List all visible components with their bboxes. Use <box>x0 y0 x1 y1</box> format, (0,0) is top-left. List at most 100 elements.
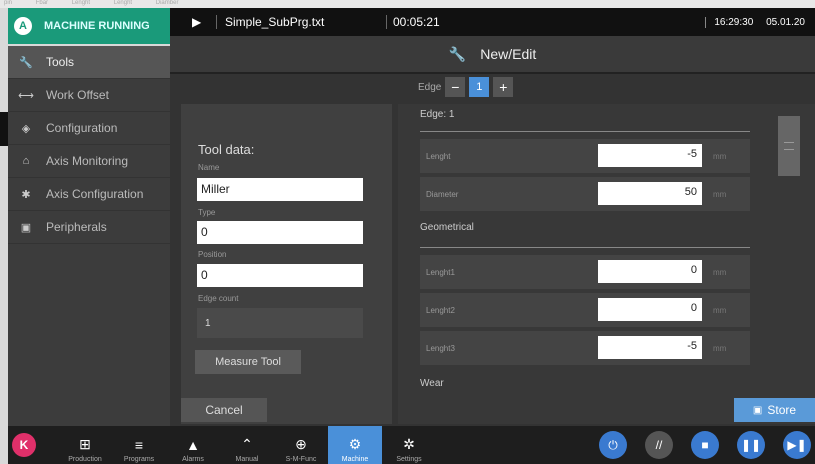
position-field[interactable]: 0 <box>197 264 363 287</box>
row-unit: mm <box>713 306 727 315</box>
monitor-icon: ⌂ <box>22 155 30 167</box>
type-label: Type <box>198 208 216 217</box>
offset-icon: ⟷ <box>18 89 34 102</box>
edge-value: 1 <box>469 77 490 97</box>
machine-status[interactable]: A MACHINE RUNNING <box>8 8 170 44</box>
bg-text: Fbar <box>35 0 49 6</box>
k-button[interactable]: K <box>12 433 36 457</box>
measure-tool-button[interactable]: Measure Tool <box>195 350 301 374</box>
length2-row: Lenght2 0 mm <box>420 293 750 327</box>
length-field[interactable]: -5 <box>598 144 702 167</box>
sidebar-item-axis-monitoring[interactable]: ⌂ Axis Monitoring <box>8 145 170 178</box>
edge-label: Edge <box>418 81 442 93</box>
machine-icon: ⚙ <box>348 436 362 452</box>
smfunc-icon: ⊕ <box>295 436 307 452</box>
edge-minus-button[interactable]: − <box>445 77 466 97</box>
type-field[interactable]: 0 <box>197 221 363 244</box>
wrench-icon: 🔧 <box>448 45 467 62</box>
scrollbar-thumb[interactable] <box>778 116 800 176</box>
store-button[interactable]: ▣ Store <box>734 398 815 422</box>
position-label: Position <box>198 250 227 259</box>
edge-selector: Edge − 1 + <box>418 77 514 97</box>
wear-title: Wear <box>420 378 444 389</box>
programs-icon: ≡ <box>134 437 144 453</box>
tab-settings[interactable]: ✲ Settings <box>382 426 436 464</box>
row-label: Lenght1 <box>426 268 455 277</box>
sidebar: 🔧 Tools ⟷ Work Offset ◈ Configuration ⌂ … <box>8 46 170 426</box>
clock: 16:29:30 05.01.20 <box>705 16 815 28</box>
bg-text: pin <box>4 0 13 6</box>
length-row: Lenght -5 mm <box>420 139 750 173</box>
tab-label: Programs <box>123 456 155 463</box>
sidebar-item-label: Peripherals <box>46 220 107 234</box>
settings-icon: ✲ <box>403 436 415 452</box>
runtime: 00:05:21 <box>386 15 586 29</box>
tab-manual[interactable]: ⌃ Manual <box>220 426 274 464</box>
tab-label: Settings <box>396 456 422 463</box>
tool-data-panel: Tool data: Name Miller Type 0 Position 0… <box>181 104 392 424</box>
divider <box>420 247 750 248</box>
length3-field[interactable]: -5 <box>598 336 702 359</box>
main-panel: 🔧 New/Edit Edge − 1 + Tool data: Name Mi… <box>170 36 815 426</box>
sidebar-item-work-offset[interactable]: ⟷ Work Offset <box>8 79 170 112</box>
program-file: Simple_SubPrg.txt <box>216 15 386 29</box>
length2-field[interactable]: 0 <box>598 298 702 321</box>
sidebar-item-label: Work Offset <box>46 88 109 102</box>
tab-s-m-func[interactable]: ⊕ S-M-Func <box>274 426 328 464</box>
length1-field[interactable]: 0 <box>598 260 702 283</box>
stop-icon[interactable]: ■ <box>691 431 719 459</box>
edge-plus-button[interactable]: + <box>493 77 514 97</box>
tab-label: Manual <box>235 456 259 463</box>
manual-icon: ⌃ <box>241 436 253 452</box>
diameter-row: Diameter 50 mm <box>420 177 750 211</box>
row-unit: mm <box>713 344 727 353</box>
save-icon: ▣ <box>752 404 763 416</box>
sidebar-item-axis-configuration[interactable]: ✱ Axis Configuration <box>8 178 170 211</box>
grip-icon <box>784 142 794 150</box>
tab-production[interactable]: ⊞ Production <box>58 426 112 464</box>
tab-label: Machine <box>341 456 369 463</box>
status-a-icon: A <box>14 17 32 35</box>
tab-label: S-M-Func <box>285 456 317 463</box>
background-window-strip: pin Fbar Lenght Lenght Diamber <box>0 0 815 8</box>
tab-machine[interactable]: ⚙ Machine <box>328 426 382 464</box>
side-marker <box>0 112 8 146</box>
divider <box>420 131 750 132</box>
feed-override-icon[interactable]: // <box>645 431 673 459</box>
tab-alarms[interactable]: ▲ Alarms <box>166 426 220 464</box>
name-field[interactable]: Miller <box>197 178 363 201</box>
play-icon[interactable]: ▶ <box>192 15 216 29</box>
bottom-bar: K ⊞ Production ≡ Programs ▲ Alarms ⌃ Man… <box>8 426 815 464</box>
clock-time: 16:29:30 <box>714 16 754 28</box>
edge-count-label: Edge count <box>198 294 239 303</box>
sidebar-item-label: Configuration <box>46 121 118 135</box>
row-unit: mm <box>713 152 727 161</box>
peripheral-icon: ▣ <box>20 221 32 234</box>
bg-text: Lenght <box>113 0 133 6</box>
sidebar-item-tools[interactable]: 🔧 Tools <box>8 46 170 79</box>
wrench-icon: 🔧 <box>19 56 33 69</box>
step-icon[interactable]: ▶❚ <box>783 431 811 459</box>
row-unit: mm <box>713 190 727 199</box>
pause-icon[interactable]: ❚❚ <box>737 431 765 459</box>
status-label: MACHINE RUNNING <box>44 20 150 32</box>
row-label: Lenght <box>426 152 451 161</box>
alarm-icon: ▲ <box>186 437 200 453</box>
machine-controls: ⏻ // ■ ❚❚ ▶❚ <box>581 426 815 464</box>
edge-panel: Edge: 1 Lenght -5 mm Diameter 50 mm Geom… <box>398 104 815 424</box>
cancel-button[interactable]: Cancel <box>181 398 267 422</box>
power-icon[interactable]: ⏻ <box>599 431 627 459</box>
sidebar-item-label: Axis Configuration <box>46 187 144 201</box>
tab-programs[interactable]: ≡ Programs <box>112 426 166 464</box>
row-unit: mm <box>713 268 727 277</box>
row-label: Lenght2 <box>426 306 455 315</box>
top-bar: A MACHINE RUNNING ▶ Simple_SubPrg.txt 00… <box>8 8 815 44</box>
diameter-field[interactable]: 50 <box>598 182 702 205</box>
tab-label: Alarms <box>182 456 204 463</box>
sidebar-item-peripherals[interactable]: ▣ Peripherals <box>8 211 170 244</box>
config-icon: ◈ <box>21 122 31 135</box>
page-header: 🔧 New/Edit <box>170 36 815 74</box>
sidebar-item-label: Axis Monitoring <box>46 154 129 168</box>
sidebar-item-configuration[interactable]: ◈ Configuration <box>8 112 170 145</box>
clock-date: 05.01.20 <box>766 16 805 28</box>
